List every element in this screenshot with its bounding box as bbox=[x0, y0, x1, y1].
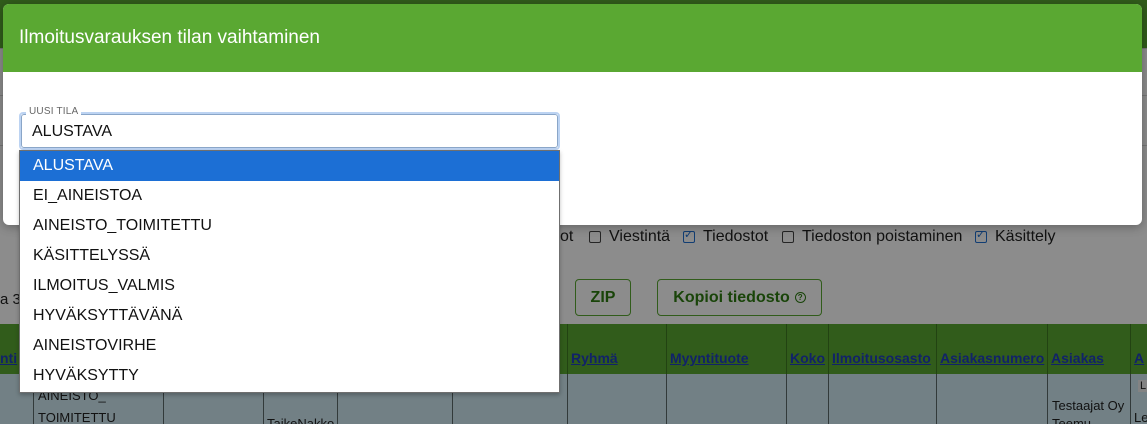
option-aineisto-toimitettu[interactable]: AINEISTO_TOIMITETTU bbox=[20, 211, 559, 241]
option-alustava[interactable]: ALUSTAVA bbox=[20, 151, 559, 181]
option-ei-aineistoa[interactable]: EI_AINEISTOA bbox=[20, 181, 559, 211]
select-value: ALUSTAVA bbox=[32, 123, 113, 140]
option-ilmoitus-valmis[interactable]: ILMOITUS_VALMIS bbox=[20, 271, 559, 301]
option-aineistovirhe[interactable]: AINEISTOVIRHE bbox=[20, 331, 559, 361]
option-hyvaksyttavana[interactable]: HYVÄKSYTTÄVÄNÄ bbox=[20, 301, 559, 331]
modal-header: Ilmoitusvarauksen tilan vaihtaminen bbox=[3, 4, 1142, 72]
field-label: UUSI TILA bbox=[26, 106, 82, 117]
new-status-select[interactable]: UUSI TILA ALUSTAVA bbox=[19, 106, 560, 150]
modal-title: Ilmoitusvarauksen tilan vaihtaminen bbox=[19, 27, 320, 48]
status-options-list: ALUSTAVA EI_AINEISTOA AINEISTO_TOIMITETT… bbox=[19, 150, 560, 393]
option-kasittelyssa[interactable]: KÄSITTELYSSÄ bbox=[20, 241, 559, 271]
option-hyvaksytty[interactable]: HYVÄKSYTTY bbox=[20, 361, 559, 391]
